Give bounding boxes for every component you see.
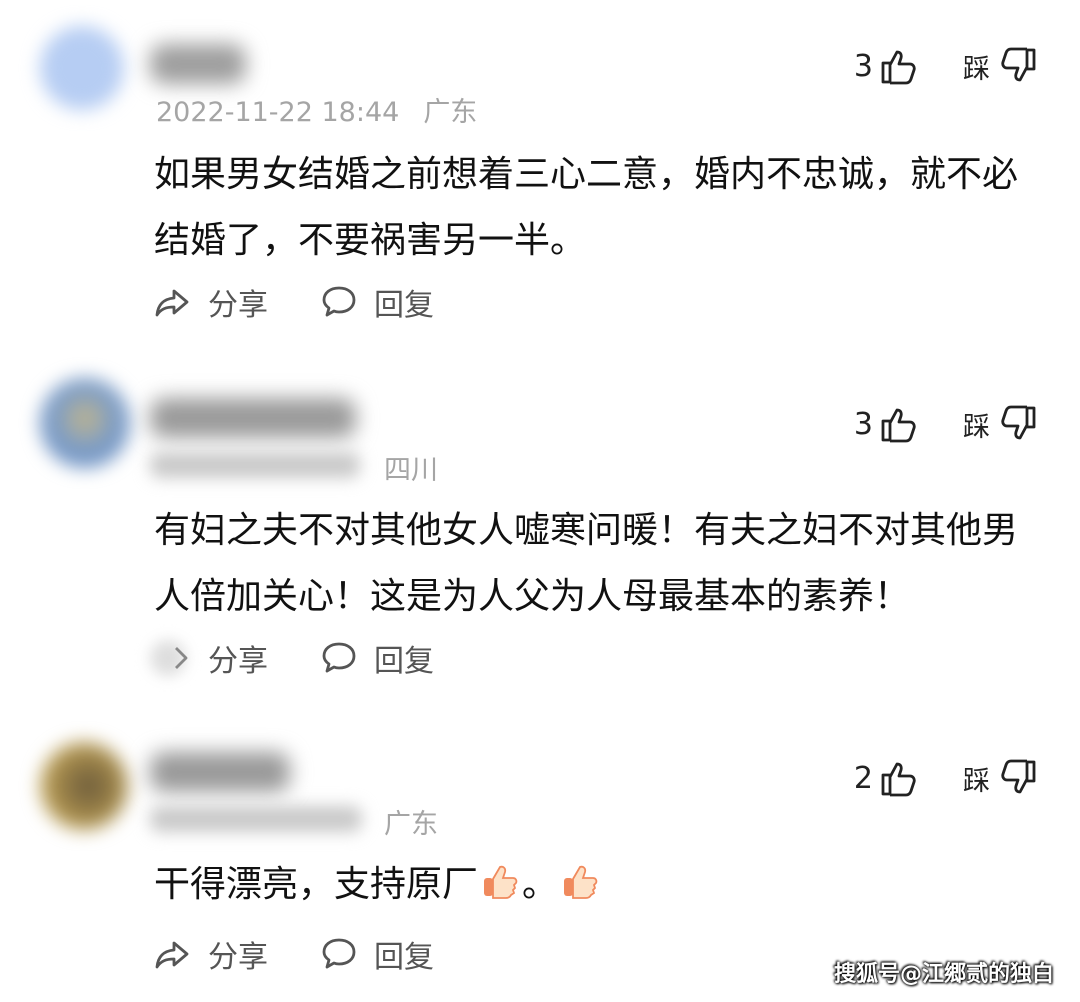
thumbs-up-emoji-icon bbox=[484, 865, 518, 899]
thumbs-up-icon[interactable] bbox=[879, 46, 919, 86]
share-icon bbox=[175, 647, 188, 669]
location: 广东 bbox=[384, 809, 438, 840]
dislike-label[interactable]: 踩 bbox=[963, 405, 990, 444]
comment-text-part: 干得漂亮，支持原厂 bbox=[154, 864, 479, 905]
location: 四川 bbox=[384, 455, 438, 486]
dislike-label[interactable]: 踩 bbox=[963, 759, 990, 798]
username[interactable] bbox=[150, 44, 246, 84]
comment-text: 有妇之夫不对其他女人嘘寒问暖！有夫之妇不对其他男人倍加关心！这是为人父为人母最基… bbox=[154, 510, 1019, 617]
reactions: 2 踩 bbox=[854, 758, 1038, 798]
timestamp: 2022-11-22 18:44 bbox=[156, 97, 400, 128]
timestamp-blurred bbox=[150, 452, 360, 478]
share-label: 分享 bbox=[208, 644, 268, 679]
avatar[interactable] bbox=[40, 26, 124, 110]
reply-button[interactable]: 回复 bbox=[320, 280, 434, 324]
share-label: 分享 bbox=[208, 940, 268, 975]
reactions: 3 踩 bbox=[854, 404, 1038, 444]
comment-actions: 分享 回复 bbox=[154, 636, 434, 680]
comment-bubble-icon bbox=[322, 286, 356, 317]
reply-label: 回复 bbox=[374, 940, 434, 975]
thumbs-up-icon[interactable] bbox=[879, 404, 919, 444]
thumbs-down-icon[interactable] bbox=[998, 46, 1038, 86]
avatar[interactable] bbox=[40, 378, 130, 468]
reply-button[interactable]: 回复 bbox=[320, 636, 434, 680]
share-icon bbox=[155, 941, 189, 969]
watermark: 搜狐号@江郷贰的独白 bbox=[833, 962, 1054, 987]
comment-text-part: 。 bbox=[522, 864, 559, 905]
like-count: 3 bbox=[853, 48, 873, 84]
comment-bubble-icon bbox=[322, 938, 356, 969]
comment-meta: 四川 bbox=[384, 448, 438, 487]
share-button[interactable]: 分享 bbox=[154, 932, 268, 976]
comment-text: 干得漂亮，支持原厂 。 bbox=[154, 852, 1044, 918]
thumbs-up-emoji-icon bbox=[564, 865, 598, 899]
timestamp-blurred bbox=[150, 806, 362, 832]
like-count: 3 bbox=[853, 406, 873, 442]
share-label: 分享 bbox=[208, 288, 268, 323]
share-button[interactable]: 分享 bbox=[154, 636, 268, 680]
thumbs-down-icon[interactable] bbox=[998, 404, 1038, 444]
location: 广东 bbox=[423, 97, 478, 128]
username[interactable] bbox=[150, 752, 290, 792]
comment-bubble-icon bbox=[322, 642, 356, 673]
comment-meta: 广东 bbox=[384, 802, 438, 841]
avatar[interactable] bbox=[40, 742, 128, 830]
like-count: 2 bbox=[853, 760, 873, 796]
comment-actions: 分享 回复 bbox=[154, 280, 434, 324]
comment-actions: 分享 回复 bbox=[154, 932, 434, 976]
thumbs-down-icon[interactable] bbox=[998, 758, 1038, 798]
username[interactable] bbox=[150, 398, 356, 438]
reply-label: 回复 bbox=[374, 644, 434, 679]
comment-meta: 2022-11-22 18:44 广东 bbox=[156, 90, 477, 129]
reply-button[interactable]: 回复 bbox=[320, 932, 434, 976]
share-icon bbox=[155, 289, 189, 317]
reactions: 3 踩 bbox=[854, 46, 1038, 86]
comment-text: 如果男女结婚之前想着三心二意，婚内不忠诚，就不必结婚了，不要祸害另一半。 bbox=[154, 154, 1019, 261]
dislike-label[interactable]: 踩 bbox=[963, 47, 990, 86]
share-button[interactable]: 分享 bbox=[154, 280, 268, 324]
thumbs-up-icon[interactable] bbox=[879, 758, 919, 798]
reply-label: 回复 bbox=[374, 288, 434, 323]
